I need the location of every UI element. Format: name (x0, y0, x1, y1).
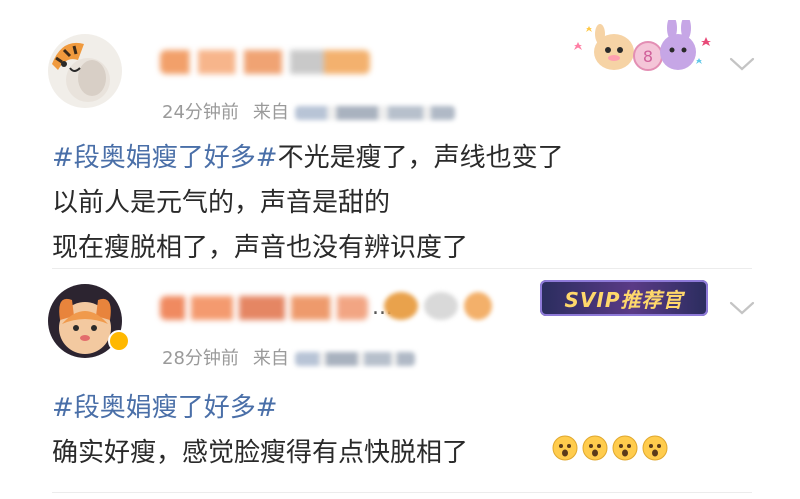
svg-text:8: 8 (643, 47, 653, 66)
source-label: 来自 (252, 102, 289, 123)
username-emoji-blurred (424, 292, 458, 320)
verified-badge-icon (108, 330, 130, 352)
emoji-group (552, 435, 668, 461)
weibo-comment-1: 8 24分钟前 来自 #段奥娟瘦了好多#不光是瘦了，声线也变了 以前人是元气的，声… (0, 0, 800, 270)
avatar[interactable] (48, 34, 122, 108)
divider (52, 492, 752, 493)
sticker-decoration: 8 (568, 16, 718, 78)
chevron-down-icon[interactable] (728, 298, 756, 318)
topic-hashtag-link[interactable]: #段奥娟瘦了好多# (52, 393, 278, 423)
weibo-comment-2: ... SVIP推荐官 28分钟前 来自 #段奥娟瘦了好多# 确实好瘦，感觉脸瘦得… (0, 272, 800, 499)
comment-line: 现在瘦脱相了，声音也没有辨识度了 (52, 233, 469, 263)
divider (52, 268, 752, 269)
username-blurred[interactable] (160, 50, 370, 74)
username-blurred[interactable] (160, 296, 368, 320)
username-emoji-blurred (464, 292, 492, 320)
comment-line: #段奥娟瘦了好多#不光是瘦了，声线也变了 (52, 136, 564, 181)
username-emoji-blurred (384, 292, 418, 320)
comment-line: 以前人是元气的，声音是甜的 (52, 188, 391, 218)
comment-line: #段奥娟瘦了好多# (52, 386, 468, 431)
topic-hashtag-link[interactable]: #段奥娟瘦了好多# (52, 143, 278, 173)
chevron-down-icon[interactable] (728, 54, 756, 74)
svip-badge[interactable]: SVIP推荐官 (540, 280, 708, 316)
source-label: 来自 (252, 348, 289, 369)
timestamp: 28分钟前 (162, 348, 239, 369)
comment-meta: 28分钟前 来自 (162, 344, 415, 370)
comment-body: #段奥娟瘦了好多# 确实好瘦，感觉脸瘦得有点快脱相了 (52, 386, 468, 476)
source-blurred (294, 106, 455, 120)
surprised-face-emoji-icon (612, 435, 638, 461)
comment-body: #段奥娟瘦了好多#不光是瘦了，声线也变了 以前人是元气的，声音是甜的 现在瘦脱相… (52, 136, 564, 271)
surprised-face-emoji-icon (552, 435, 578, 461)
surprised-face-emoji-icon (642, 435, 668, 461)
timestamp: 24分钟前 (162, 102, 239, 123)
comment-text: 不光是瘦了，声线也变了 (277, 143, 564, 173)
comment-line: 确实好瘦，感觉脸瘦得有点快脱相了 (52, 438, 469, 468)
surprised-face-emoji-icon (582, 435, 608, 461)
source-blurred (294, 352, 415, 366)
comment-meta: 24分钟前 来自 (162, 98, 455, 124)
